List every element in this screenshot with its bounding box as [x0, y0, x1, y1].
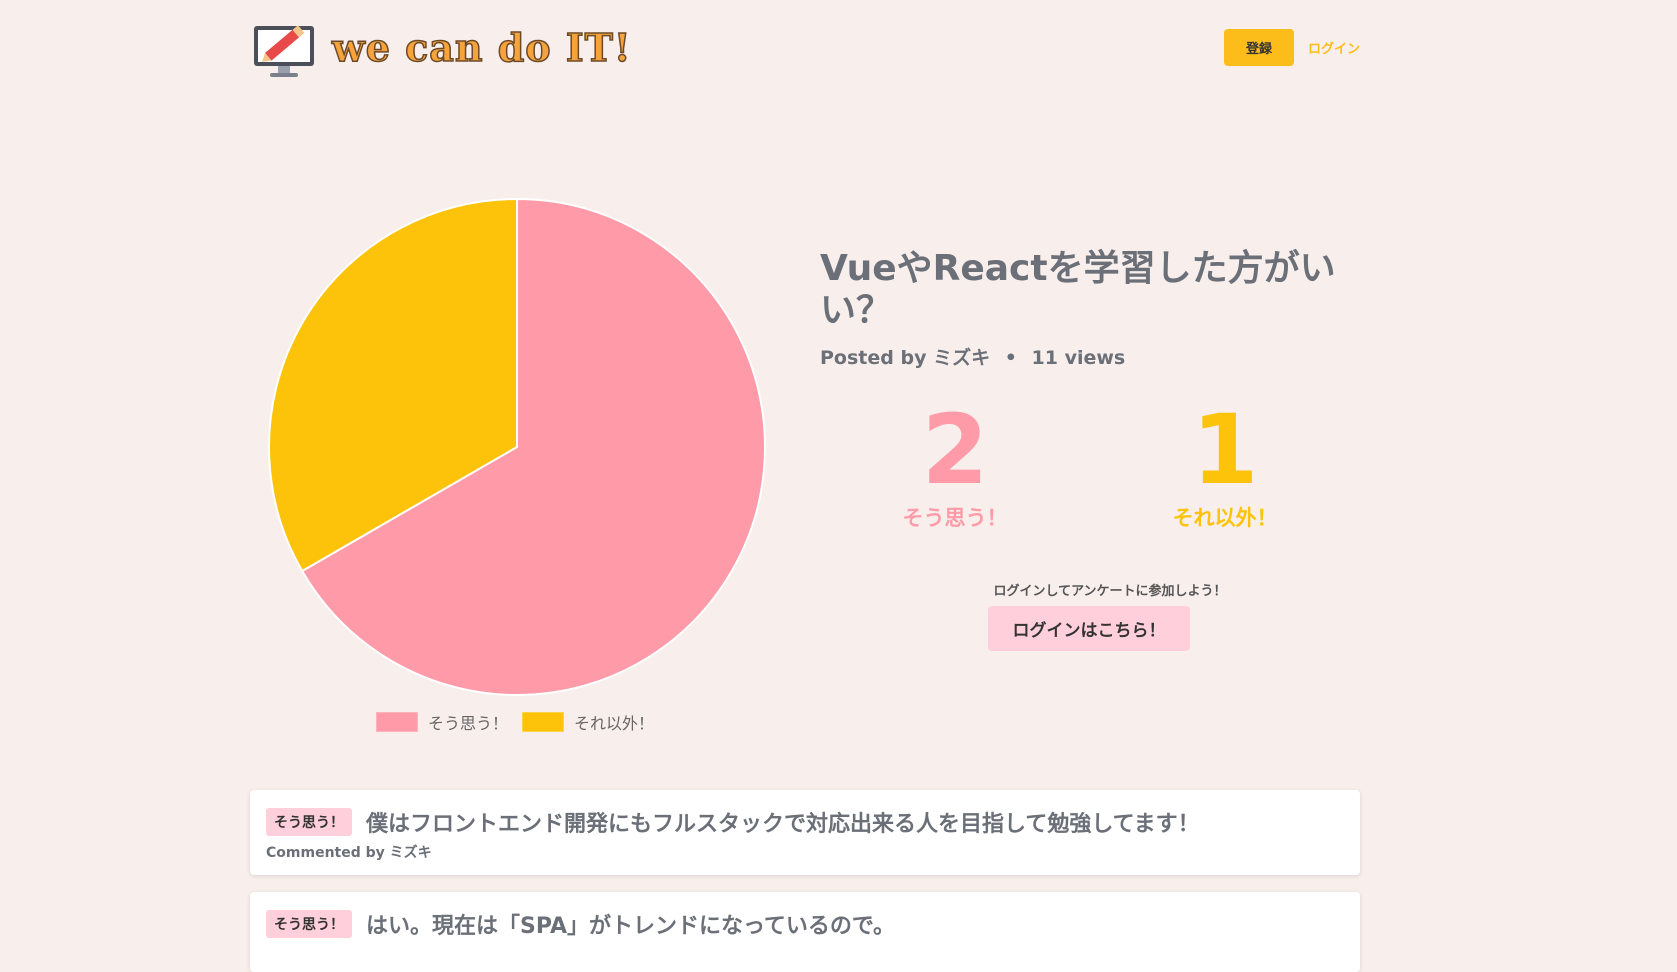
comment-text: はい。現在は「SPA」がトレンドになっているので。	[366, 914, 895, 939]
legend-item-no[interactable]: それ以外！	[522, 710, 654, 734]
login-here-button[interactable]: ログインはこちら！	[988, 606, 1190, 651]
pie-chart	[265, 195, 785, 755]
poll-title: VueやReactを学習した方がいい？	[820, 248, 1336, 331]
no-count: 1	[1191, 394, 1259, 506]
comment-tag: そう思う！	[266, 808, 352, 836]
comment-card: そう思う！ 僕はフロントエンド開発にもフルスタックで対応出来る人を目指して勉強し…	[250, 790, 1360, 875]
yes-count-block: 2 そう思う！	[900, 400, 1010, 532]
comment-text: 僕はフロントエンド開発にもフルスタックで対応出来る人を目指して勉強してます！	[366, 812, 1200, 837]
chart-legend: そう思う！ それ以外！	[376, 710, 668, 734]
poll-author: ミズキ	[933, 347, 991, 369]
yes-label: そう思う！	[902, 506, 1008, 530]
comment-tag: そう思う！	[266, 910, 352, 938]
legend-label-no: それ以外！	[574, 714, 655, 733]
logo[interactable]: we can do IT!	[250, 14, 632, 80]
poll-views: 11 views	[1031, 347, 1126, 369]
poll-meta: Posted by ミズキ • 11 views	[820, 343, 1125, 370]
legend-item-yes[interactable]: そう思う！	[376, 710, 508, 734]
legend-label-yes: そう思う！	[428, 714, 509, 733]
pie-chart-svg	[268, 197, 766, 696]
register-button[interactable]: 登録	[1223, 29, 1294, 66]
comment-author: Commented by ミズキ	[266, 845, 432, 861]
no-count-block: 1 それ以外！	[1170, 400, 1280, 532]
posted-by-prefix: Posted by	[820, 347, 927, 369]
logo-text: we can do IT!	[331, 24, 632, 71]
login-link[interactable]: ログイン	[1308, 38, 1360, 57]
login-prompt: ログインしてアンケートに参加しよう！	[993, 584, 1227, 599]
meta-separator: •	[1004, 347, 1017, 369]
yes-count: 2	[921, 394, 989, 506]
no-label: それ以外！	[1172, 506, 1278, 530]
nav: 登録 ログイン	[1223, 29, 1360, 66]
comment-line: そう思う！ はい。現在は「SPA」がトレンドになっているので。	[266, 908, 895, 940]
comment-card: そう思う！ はい。現在は「SPA」がトレンドになっているので。	[250, 892, 1360, 972]
legend-swatch-yes	[376, 712, 418, 732]
comment-line: そう思う！ 僕はフロントエンド開発にもフルスタックで対応出来る人を目指して勉強し…	[266, 806, 1200, 838]
monitor-pencil-icon	[254, 25, 314, 77]
legend-swatch-no	[522, 712, 565, 732]
header: we can do IT! 登録 ログイン	[250, 12, 1360, 82]
